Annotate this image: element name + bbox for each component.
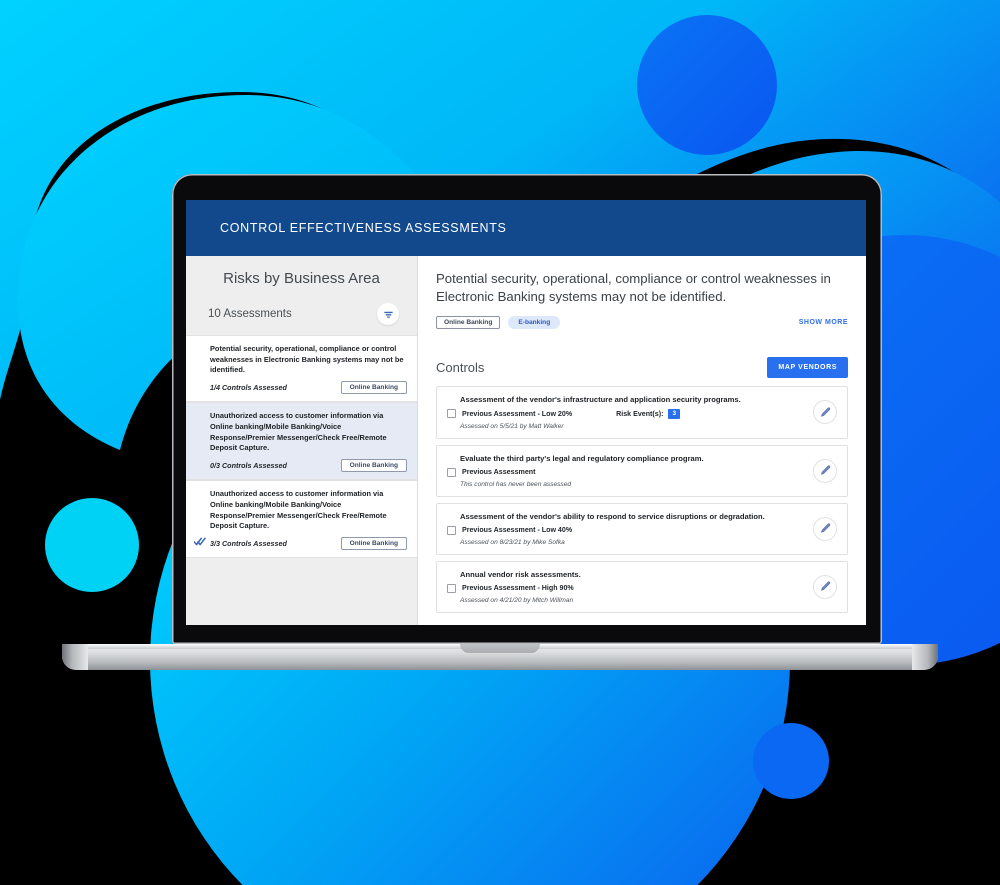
filter-icon [383, 311, 393, 318]
previous-assessment-label: Previous Assessment - Low 20% [462, 409, 573, 418]
sidebar-header: Risks by Business Area 10 Assessments [186, 256, 417, 335]
sidebar-subheader: 10 Assessments [200, 303, 403, 325]
filter-button[interactable] [377, 303, 399, 325]
tag-row: Online Banking E-banking SHOW MORE [436, 315, 848, 329]
control-checkbox[interactable] [447, 583, 456, 593]
sidebar: Risks by Business Area 10 Assessments Po… [186, 256, 418, 625]
control-card[interactable]: Assessment of the vendor's ability to re… [436, 502, 848, 555]
assessed-note: This control has never been assessed [460, 480, 572, 488]
assessment-count: 10 Assessments [208, 308, 292, 320]
blob-circle-left [45, 498, 139, 592]
page-title: CONTROL EFFECTIVENESS ASSESSMENTS [220, 221, 507, 235]
app-screen: CONTROL EFFECTIVENESS ASSESSMENTS Risks … [186, 200, 866, 625]
risk-headline: Potential security, operational, complia… [436, 271, 831, 304]
risk-events: Risk Event(s): 3 [616, 408, 681, 419]
control-checkbox[interactable] [447, 525, 456, 535]
previous-assessment-label: Previous Assessment [462, 468, 536, 477]
blob-circle-bottom-right [753, 723, 829, 799]
pencil-icon [820, 523, 830, 534]
app-body: Risks by Business Area 10 Assessments Po… [186, 256, 866, 625]
previous-assessment-label: Previous Assessment - High 90% [462, 584, 574, 593]
control-body: Assessment of the vendor's ability to re… [447, 512, 803, 546]
list-item[interactable]: Unauthorized access to customer informat… [186, 480, 417, 559]
previous-assessment-label: Previous Assessment - Low 40% [462, 526, 573, 535]
controls-assessed-label: 1/4 Controls Assessed [210, 383, 287, 393]
pencil-icon [820, 407, 830, 417]
edit-control-button[interactable] [813, 458, 837, 483]
control-title: Evaluate the third party's legal and reg… [460, 453, 704, 463]
controls-assessed-label: 0/3 Controls Assessed [210, 461, 287, 471]
pencil-icon [820, 465, 830, 476]
control-body: Evaluate the third party's legal and reg… [447, 454, 803, 488]
risk-events-badge[interactable]: 3 [668, 408, 681, 419]
tag-online-banking[interactable]: Online Banking [436, 315, 501, 329]
double-check-icon [193, 537, 206, 548]
map-vendors-button[interactable]: MAP VENDORS [767, 356, 848, 378]
control-meta-row: Previous Assessment - Low 40% [447, 525, 803, 535]
business-area-tag: Online Banking [340, 459, 407, 473]
control-title: Assessment of the vendor's ability to re… [460, 511, 765, 521]
control-body: Assessment of the vendor's infrastructur… [447, 395, 803, 430]
list-item[interactable]: Unauthorized access to customer informat… [186, 402, 417, 481]
assessed-note: Assessed on 5/5/21 by Matt Walker [460, 422, 564, 430]
risk-item-footer: 0/3 Controls Assessed Online Banking [210, 459, 407, 473]
show-more-link[interactable]: SHOW MORE [799, 319, 848, 326]
edit-control-button[interactable] [813, 516, 837, 541]
control-title: Annual vendor risk assessments. [460, 569, 581, 579]
business-area-tag: Online Banking [340, 381, 407, 395]
risk-item-footer: 3/3 Controls Assessed Online Banking [210, 537, 407, 551]
app-header: CONTROL EFFECTIVENESS ASSESSMENTS [186, 200, 866, 256]
controls-assessed-label: 3/3 Controls Assessed [210, 539, 287, 549]
control-title: Assessment of the vendor's infrastructur… [460, 394, 741, 404]
sidebar-title: Risks by Business Area [223, 270, 380, 287]
controls-header: Controls MAP VENDORS [436, 356, 848, 378]
assessed-note: Assessed on 4/21/20 by Mitch Willman [460, 596, 574, 604]
main-panel: Potential security, operational, complia… [418, 256, 866, 625]
blob-circle-top-right [637, 15, 777, 155]
risk-description: Unauthorized access to customer informat… [210, 411, 387, 453]
risk-item-footer: 1/4 Controls Assessed Online Banking [210, 381, 407, 395]
edit-control-button[interactable] [813, 574, 837, 599]
laptop-base [62, 644, 938, 670]
control-body: Annual vendor risk assessments. Previous… [447, 570, 803, 604]
control-meta-row: Previous Assessment [447, 467, 803, 477]
controls-title: Controls [436, 359, 485, 375]
tag-e-banking[interactable]: E-banking [508, 315, 561, 329]
control-card[interactable]: Annual vendor risk assessments. Previous… [436, 560, 848, 613]
edit-control-button[interactable] [813, 400, 837, 425]
control-meta-row: Previous Assessment - High 90% [447, 583, 803, 593]
control-card[interactable]: Evaluate the third party's legal and reg… [436, 444, 848, 497]
control-checkbox[interactable] [447, 467, 456, 477]
list-item[interactable]: Potential security, operational, complia… [186, 335, 417, 403]
pencil-icon [820, 581, 830, 592]
control-card[interactable]: Assessment of the vendor's infrastructur… [436, 385, 848, 439]
risk-events-label: Risk Event(s): [616, 409, 664, 418]
risk-description: Potential security, operational, complia… [210, 344, 404, 375]
assessed-note: Assessed on 8/23/21 by Mike Sofka [460, 538, 565, 546]
risk-list: Potential security, operational, complia… [186, 335, 417, 625]
control-meta-row: Previous Assessment - Low 20% Risk Event… [447, 408, 803, 419]
control-checkbox[interactable] [447, 409, 456, 419]
business-area-tag: Online Banking [340, 537, 407, 551]
risk-description: Unauthorized access to customer informat… [210, 489, 387, 531]
